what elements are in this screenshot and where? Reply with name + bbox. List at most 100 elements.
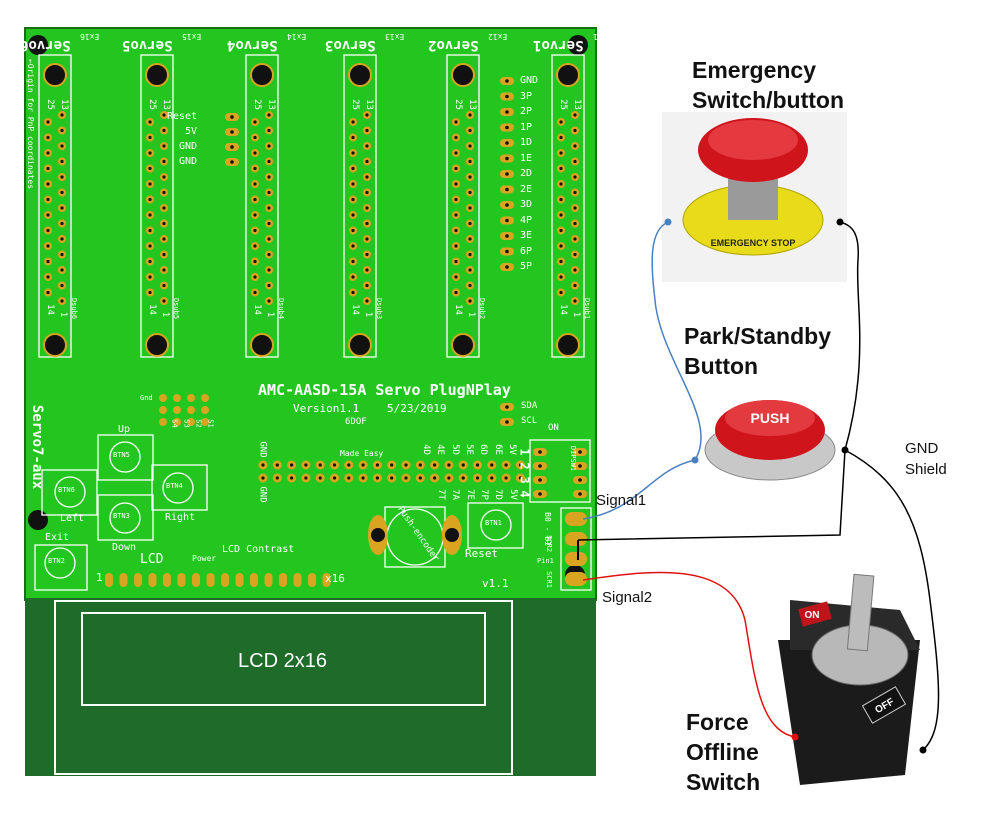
header-label: 7E xyxy=(464,489,475,500)
mount-hole xyxy=(145,63,169,87)
lcd-pin xyxy=(250,573,258,587)
pin-number: 14 xyxy=(146,304,157,315)
header-label: 5V xyxy=(506,444,517,455)
pin-label-3p: 3P xyxy=(520,90,533,102)
button-label-btn5: BTN5 xyxy=(113,451,130,459)
pin-label-2p: 2P xyxy=(520,106,533,117)
button-label-up: Up xyxy=(118,424,131,435)
ex-label: Ex16 xyxy=(80,32,100,41)
pin-number: 1 xyxy=(466,311,477,318)
version-v11: v1.1 xyxy=(482,577,509,590)
lcd-header-label: LCD xyxy=(140,552,164,567)
button-label-btn3: BTN3 xyxy=(113,512,130,520)
header-label: 6D xyxy=(478,444,489,455)
pin-number: 14 xyxy=(452,304,463,315)
pin-label-6p: 6P xyxy=(520,245,533,257)
pin-label-gnd: GND xyxy=(520,75,539,86)
switch-label: S1 xyxy=(206,419,215,428)
svg-text:EMERGENCY STOP: EMERGENCY STOP xyxy=(711,238,796,248)
dip-number: 1 xyxy=(517,448,532,456)
mount-hole xyxy=(348,63,372,87)
ex-label: Ex14 xyxy=(287,32,307,41)
lcd-pin xyxy=(105,573,113,587)
header-label: 5D xyxy=(449,444,460,455)
pin-number: 14 xyxy=(557,304,568,315)
emergency-stop-image: EMERGENCY STOP xyxy=(662,112,847,282)
ex-label: Ex12 xyxy=(488,32,508,41)
pin-label-sda: SDA xyxy=(521,401,538,411)
pin-label-5v: 5V xyxy=(185,126,198,137)
pin-number: 1 xyxy=(160,311,171,318)
header-label: 6E xyxy=(492,444,503,455)
lcd-pin xyxy=(293,573,302,587)
lcd-pin xyxy=(134,573,142,587)
lcd-contrast-label: LCD Contrast xyxy=(222,544,295,555)
emergency-text: Emergency Switch/button xyxy=(692,57,845,113)
mount-hole xyxy=(451,333,475,357)
lcd-pin xyxy=(308,573,316,587)
servo-label: Servo5 xyxy=(122,37,173,53)
dsub-label: Dsub1 xyxy=(583,297,592,320)
switch-pad xyxy=(187,394,195,402)
board-date: 5/23/2019 xyxy=(387,402,447,415)
board-title: AMC-AASD-15A Servo PlugNPlay xyxy=(258,381,511,399)
pin-label-1d: 1D xyxy=(520,137,533,148)
mount-hole xyxy=(145,333,169,357)
lcd-pin xyxy=(119,573,128,587)
force-text: Force Offline Switch xyxy=(686,709,761,795)
lcd-module-area xyxy=(25,598,596,776)
switch-label: S2 xyxy=(194,419,203,428)
mount-hole xyxy=(250,333,274,357)
pin-number: 25 xyxy=(452,99,463,110)
pin-number: 13 xyxy=(160,99,171,110)
svg-text:PUSH: PUSH xyxy=(751,410,790,426)
switch-label: S4 xyxy=(170,419,179,428)
pin-label-gnd: GND xyxy=(179,141,198,152)
dip-on-label: ON xyxy=(548,423,559,433)
pin-label-3d: 3D xyxy=(520,199,533,210)
lcd-pin xyxy=(177,573,186,587)
pin-number: 13 xyxy=(265,99,276,110)
lcd-pin xyxy=(221,573,229,587)
mount-hole xyxy=(43,333,67,357)
servo-label: Servo4 xyxy=(227,37,278,53)
pin-number: 14 xyxy=(44,304,55,315)
header-label: 7A xyxy=(450,489,461,500)
dip-number: 2 xyxy=(517,462,532,470)
dip-number: 4 xyxy=(517,490,532,498)
switch-pad xyxy=(159,406,167,414)
pin1-label: Pin1 xyxy=(537,557,554,565)
pin-label-gnd: GND xyxy=(179,156,198,167)
pin-number: 1 xyxy=(265,311,276,318)
lcd-pin xyxy=(163,573,171,587)
mount-hole xyxy=(348,333,372,357)
pin-number: 25 xyxy=(251,99,262,110)
gnd-s-label: Gnd xyxy=(140,394,153,402)
signal1-label: Signal1 xyxy=(596,492,647,509)
button-label-exit: Exit xyxy=(45,532,70,543)
dsub-label: Dsub5 xyxy=(172,297,181,320)
button-label-btn1: BTN1 xyxy=(485,519,502,527)
logo-6dof: 6DOF xyxy=(345,417,367,427)
dip-number: 3 xyxy=(517,476,532,484)
header-label: 5V xyxy=(507,489,518,500)
servo7-label: Servo7-aux xyxy=(29,404,46,490)
lcd-pin xyxy=(206,573,215,587)
pin-label-5p: 5P xyxy=(520,261,533,272)
pin-label-4p: 4P xyxy=(520,214,533,226)
pin-number: 1 xyxy=(58,311,69,318)
gnd-shield-label: GND Shield xyxy=(905,438,965,480)
button-label-down: Down xyxy=(112,542,137,553)
lcd-pin-start: 1 xyxy=(96,571,103,584)
dip-name: DIPSW1 xyxy=(569,445,578,472)
wiring-diagram: EMERGENCY STOP PUSH ON OFF AMC-AASD-15A … xyxy=(0,0,985,830)
pin-number: 25 xyxy=(349,99,360,110)
lcd-module-label: LCD 2x16 xyxy=(238,650,327,672)
pin-number: 13 xyxy=(571,99,582,110)
ex-label: Ex15 xyxy=(182,32,202,41)
scr2-label: SCR2 xyxy=(544,535,553,552)
pin-label-scl: SCL xyxy=(521,416,538,426)
button-label-btn2: BTN2 xyxy=(48,557,65,565)
mount-hole xyxy=(43,63,67,87)
force-offline-title: Force Offline Switch xyxy=(686,708,776,798)
